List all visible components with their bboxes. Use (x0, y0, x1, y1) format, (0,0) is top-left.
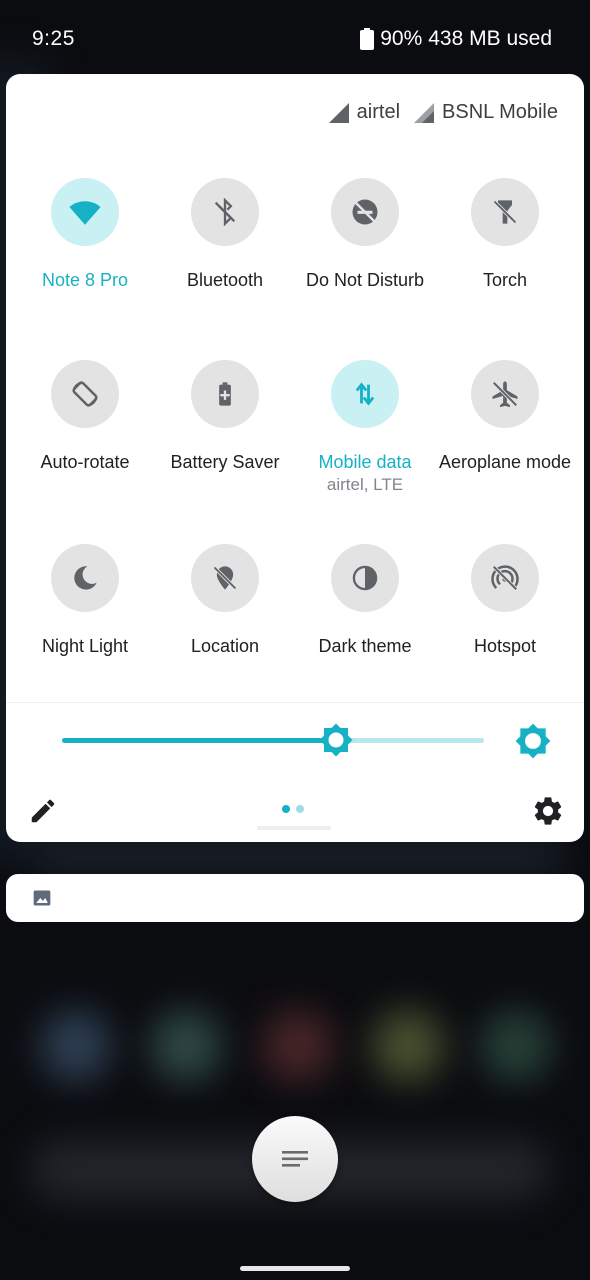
tile-label: Torch (482, 270, 527, 290)
brightness-slider-fill (62, 738, 337, 743)
carrier-airtel: airtel (328, 101, 401, 124)
app-drawer-button[interactable] (252, 1116, 338, 1202)
tile-hotspot-circle[interactable] (471, 544, 539, 612)
gesture-nav-bar[interactable] (240, 1266, 350, 1271)
tile-battery-saver[interactable]: Battery Saver (155, 360, 295, 474)
tile-dark-theme[interactable]: Dark theme (295, 544, 435, 658)
tile-mobile-data-circle[interactable] (331, 360, 399, 428)
tile-aeroplane-circle[interactable] (471, 360, 539, 428)
image-icon (33, 890, 51, 906)
tile-label: Note 8 Pro (41, 270, 129, 290)
airplane-off-icon (492, 381, 518, 408)
panel-divider (6, 702, 584, 703)
memory-usage: 438 MB used (428, 27, 552, 50)
tile-bluetooth[interactable]: Bluetooth (155, 178, 295, 292)
edit-pencil-icon[interactable] (28, 796, 58, 826)
dark-theme-icon (352, 565, 378, 591)
carrier-bsnl: BSNL Mobile (414, 101, 558, 124)
tile-sublabel: airtel, LTE (326, 475, 404, 494)
status-bar: 9:25 90% 438 MB used (0, 0, 590, 76)
tile-dnd[interactable]: Do Not Disturb (295, 178, 435, 292)
tile-night-light[interactable]: Night Light (15, 544, 155, 658)
tile-location-circle[interactable] (191, 544, 259, 612)
battery-icon (360, 28, 375, 50)
location-off-icon (213, 566, 237, 590)
signal-icon (414, 102, 435, 123)
tile-label: Night Light (41, 636, 129, 656)
auto-brightness-icon[interactable] (514, 722, 552, 760)
carrier-name: BSNL Mobile (442, 101, 558, 123)
tile-auto-rotate[interactable]: Auto-rotate (15, 360, 155, 474)
tile-aeroplane[interactable]: Aeroplane mode (435, 360, 575, 474)
tile-dark-theme-circle[interactable] (331, 544, 399, 612)
moon-icon (74, 566, 97, 590)
battery-percent: 90% (380, 27, 423, 50)
carrier-list: airtel BSNL Mobile (328, 101, 558, 124)
tile-torch[interactable]: Torch (435, 178, 575, 292)
tile-label: Mobile data (318, 452, 412, 472)
tile-wifi-circle[interactable] (51, 178, 119, 246)
tile-label: Battery Saver (170, 452, 280, 472)
tile-dnd-circle[interactable] (331, 178, 399, 246)
page-dot-active (282, 805, 290, 813)
status-time: 9:25 (32, 27, 75, 50)
torch-off-icon (493, 200, 517, 224)
tile-label: Bluetooth (186, 270, 264, 290)
bluetooth-off-icon (214, 198, 236, 226)
battery-saver-icon (219, 382, 231, 406)
tile-torch-circle[interactable] (471, 178, 539, 246)
dnd-icon (352, 199, 378, 225)
tile-label: Location (190, 636, 260, 656)
tile-night-light-circle[interactable] (51, 544, 119, 612)
tile-wifi[interactable]: Note 8 Pro (15, 178, 155, 292)
quick-settings-panel: airtel BSNL Mobile Note 8 Pro Bluetooth … (6, 74, 584, 842)
tile-battery-saver-circle[interactable] (191, 360, 259, 428)
tile-label: Auto-rotate (40, 452, 130, 472)
tile-bluetooth-circle[interactable] (191, 178, 259, 246)
page-indicator (282, 805, 304, 813)
hotspot-off-icon (491, 565, 519, 591)
rotate-icon (72, 381, 98, 407)
tile-auto-rotate-circle[interactable] (51, 360, 119, 428)
carrier-name: airtel (356, 101, 401, 123)
brightness-slider[interactable] (62, 738, 484, 743)
tile-label: Do Not Disturb (305, 270, 425, 290)
settings-gear-icon[interactable] (531, 794, 565, 828)
tile-location[interactable]: Location (155, 544, 295, 658)
menu-lines-icon (282, 1151, 308, 1167)
tile-hotspot[interactable]: Hotspot (435, 544, 575, 658)
mobile-data-icon (355, 382, 375, 406)
tile-mobile-data[interactable]: Mobile data airtel, LTE (295, 360, 435, 496)
status-right: 90% 438 MB used (360, 27, 552, 51)
tile-label: Dark theme (318, 636, 412, 656)
panel-drag-handle[interactable] (257, 826, 331, 830)
signal-icon (328, 102, 349, 123)
brightness-thumb-icon[interactable] (318, 722, 354, 758)
notification-card[interactable] (6, 874, 584, 922)
tile-label: Aeroplane mode (438, 452, 572, 472)
wifi-icon (69, 201, 101, 225)
page-dot (296, 805, 304, 813)
tile-label: Hotspot (473, 636, 537, 656)
